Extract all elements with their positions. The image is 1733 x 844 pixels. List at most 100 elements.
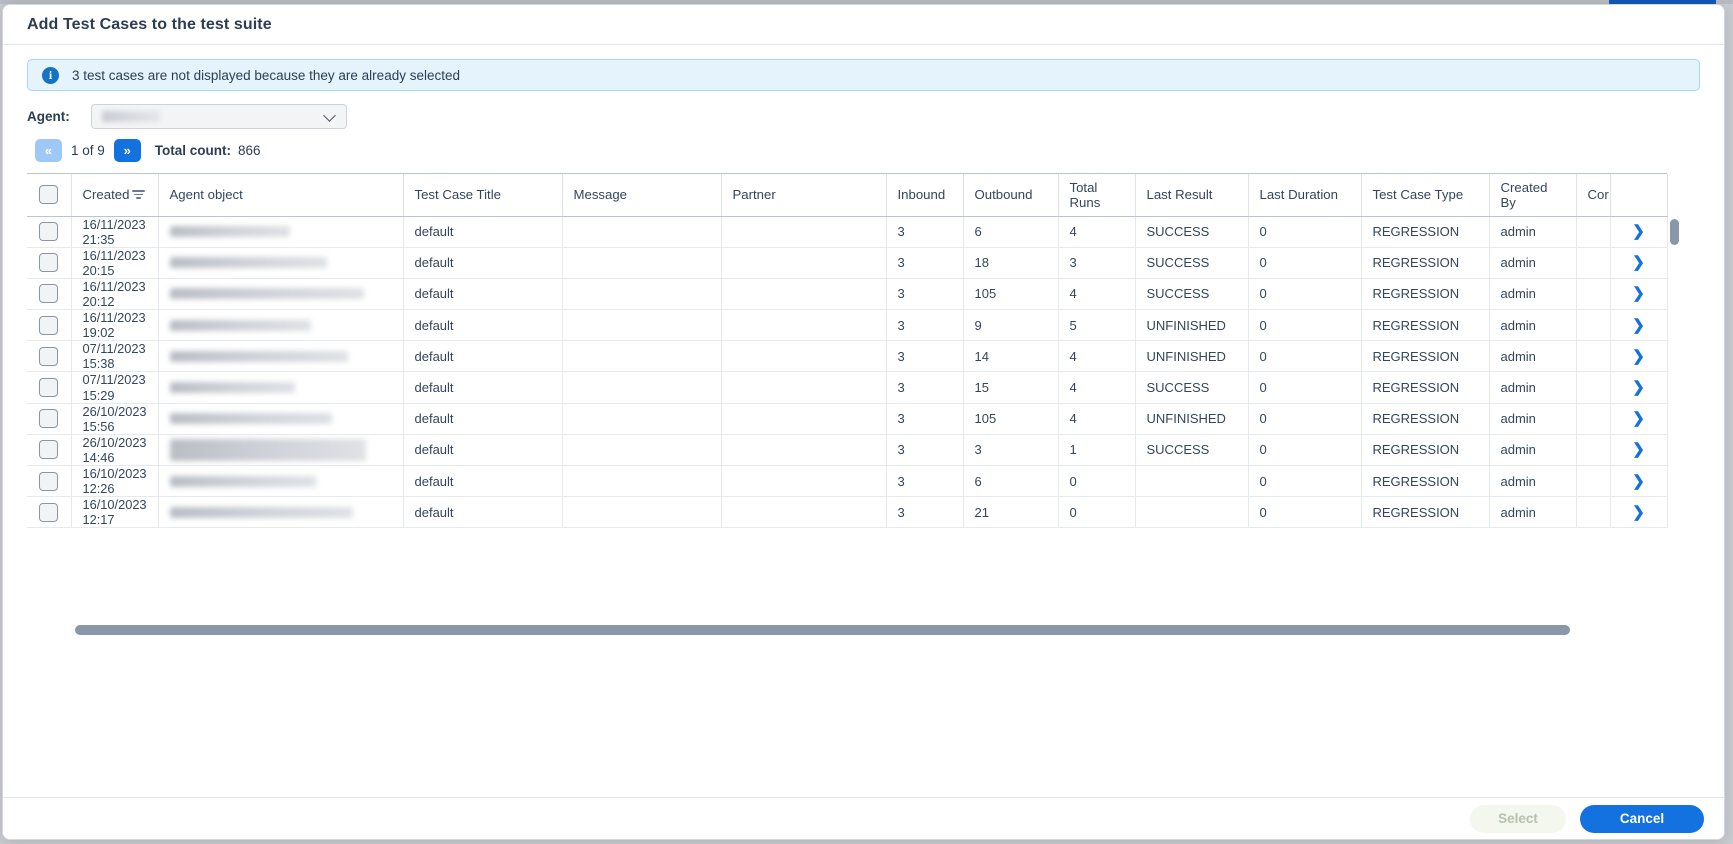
redacted-value xyxy=(169,319,311,331)
cell-created_by: admin xyxy=(1489,496,1577,529)
table-row[interactable]: 16/11/2023 20:12 default 3 105 4 SUCCESS 0 REGR… xyxy=(27,278,1668,311)
chevron-right-icon[interactable]: ❯ xyxy=(1632,349,1645,364)
cell-outbound: 6 xyxy=(963,465,1059,498)
cell-message xyxy=(562,465,722,498)
cell-total_runs: 0 xyxy=(1058,465,1136,498)
created-timestamp: 16/11/2023 20:15 xyxy=(82,247,146,278)
cell-agent-object xyxy=(158,340,404,373)
table-row[interactable]: 07/11/2023 15:38 default 3 14 4 UNFINISHED 0 RE… xyxy=(27,340,1668,373)
cell-agent-object xyxy=(158,496,404,529)
redacted-value xyxy=(169,350,348,362)
select-all-header xyxy=(27,174,72,217)
cell-created: 07/11/2023 15:38 xyxy=(71,340,159,373)
cell-tc_type: REGRESSION xyxy=(1361,371,1490,404)
row-expand-cell: ❯ xyxy=(1610,403,1668,435)
cell-last_result: SUCCESS xyxy=(1135,434,1249,467)
row-expand-cell: ❯ xyxy=(1610,309,1668,342)
cell-cor xyxy=(1576,403,1611,435)
row-checkbox[interactable] xyxy=(39,284,58,304)
column-header-created[interactable]: Created xyxy=(71,174,159,217)
horizontal-scrollbar-thumb[interactable] xyxy=(75,625,1570,635)
select-all-checkbox[interactable] xyxy=(39,185,58,205)
cell-total_runs: 4 xyxy=(1058,340,1136,373)
chevron-right-icon[interactable]: ❯ xyxy=(1632,255,1645,270)
cell-agent-object xyxy=(158,216,404,248)
chevron-right-icon[interactable]: ❯ xyxy=(1632,442,1645,457)
table-row[interactable]: 16/11/2023 19:02 default 3 9 5 UNFINISHED 0 REG… xyxy=(27,309,1668,342)
cell-partner xyxy=(721,340,887,373)
cell-last_duration: 0 xyxy=(1248,403,1362,435)
cell-created_by: admin xyxy=(1489,371,1577,404)
created-timestamp: 16/11/2023 20:12 xyxy=(82,278,146,309)
chevron-down-icon xyxy=(325,111,336,122)
cell-title: default xyxy=(403,278,563,311)
row-expand-cell: ❯ xyxy=(1610,371,1668,404)
row-checkbox[interactable] xyxy=(39,346,58,366)
cell-tc_type: REGRESSION xyxy=(1361,496,1490,529)
cell-total_runs: 4 xyxy=(1058,216,1136,248)
row-expand-cell: ❯ xyxy=(1610,496,1668,529)
table-row[interactable]: 26/10/2023 14:46 default 3 3 1 SUCCESS 0 REGRES… xyxy=(27,434,1668,467)
row-checkbox[interactable] xyxy=(39,409,58,429)
agent-select[interactable] xyxy=(91,103,347,129)
table-row[interactable]: 16/11/2023 20:15 default 3 18 3 SUCCESS 0 REGRE… xyxy=(27,247,1668,279)
cell-inbound: 3 xyxy=(886,371,964,404)
cell-outbound: 105 xyxy=(963,403,1059,435)
row-checkbox[interactable] xyxy=(39,253,58,273)
cell-last_result: SUCCESS xyxy=(1135,247,1249,279)
cell-cor xyxy=(1576,216,1611,248)
chevron-right-icon[interactable]: ❯ xyxy=(1632,224,1645,239)
table-horizontal-scrollbar[interactable] xyxy=(75,625,1570,635)
cell-created_by: admin xyxy=(1489,278,1577,311)
cell-created: 26/10/2023 14:46 xyxy=(71,434,159,467)
chevron-right-icon[interactable]: ❯ xyxy=(1632,411,1645,426)
row-checkbox-cell xyxy=(27,247,72,279)
cell-total_runs: 3 xyxy=(1058,247,1136,279)
row-checkbox[interactable] xyxy=(39,315,58,335)
next-page-button[interactable]: » xyxy=(113,139,141,162)
cell-created: 16/11/2023 21:35 xyxy=(71,216,159,248)
row-checkbox[interactable] xyxy=(39,440,58,460)
info-banner: i 3 test cases are not displayed because… xyxy=(27,59,1700,91)
cell-last_result: SUCCESS xyxy=(1135,371,1249,404)
cell-title: default xyxy=(403,340,563,373)
table-row[interactable]: 16/10/2023 12:17 default 3 21 0 0 REGRESSION ad… xyxy=(27,496,1668,529)
chevron-right-icon[interactable]: ❯ xyxy=(1632,318,1645,333)
cell-cor xyxy=(1576,247,1611,279)
cell-inbound: 3 xyxy=(886,278,964,311)
table-vertical-scrollbar[interactable] xyxy=(1669,217,1680,509)
cell-outbound: 21 xyxy=(963,496,1059,529)
chevron-right-icon[interactable]: ❯ xyxy=(1632,380,1645,395)
cell-total_runs: 1 xyxy=(1058,434,1136,467)
redacted-value xyxy=(169,257,327,269)
cell-cor xyxy=(1576,340,1611,373)
select-button[interactable]: Select xyxy=(1470,804,1566,833)
row-checkbox[interactable] xyxy=(39,222,58,242)
cancel-button[interactable]: Cancel xyxy=(1580,804,1704,833)
vertical-scrollbar-thumb[interactable] xyxy=(1670,219,1679,245)
chevron-right-icon[interactable]: ❯ xyxy=(1632,474,1645,489)
chevron-right-icon[interactable]: ❯ xyxy=(1632,505,1645,520)
cell-created: 16/10/2023 12:26 xyxy=(71,465,159,498)
cell-created_by: admin xyxy=(1489,216,1577,248)
cell-created_by: admin xyxy=(1489,465,1577,498)
table-row[interactable]: 07/11/2023 15:29 default 3 15 4 SUCCESS 0 REGRE… xyxy=(27,371,1668,404)
row-checkbox[interactable] xyxy=(39,471,58,491)
table-row[interactable]: 16/10/2023 12:26 default 3 6 0 0 REGRESSION adm… xyxy=(27,465,1668,498)
cell-outbound: 6 xyxy=(963,216,1059,248)
column-header-agent_obj: Agent object xyxy=(158,174,404,217)
table-row[interactable]: 16/11/2023 21:35 default 3 6 4 SUCCESS 0 REGRES… xyxy=(27,216,1668,248)
redacted-value xyxy=(169,288,364,300)
column-header-created_by: Created By xyxy=(1489,174,1577,217)
created-timestamp: 16/10/2023 12:26 xyxy=(82,466,147,497)
sort-icon[interactable] xyxy=(131,190,145,200)
table-row[interactable]: 26/10/2023 15:56 default 3 105 4 UNFINISHED 0 R… xyxy=(27,403,1668,435)
chevron-right-icon[interactable]: ❯ xyxy=(1632,286,1645,301)
previous-page-button[interactable]: « xyxy=(35,139,62,162)
row-checkbox-cell xyxy=(27,278,72,311)
test-cases-table-wrap: Created Agent object Test Case Title Messag… xyxy=(27,173,1679,529)
row-expand-cell: ❯ xyxy=(1610,216,1668,248)
row-checkbox[interactable] xyxy=(39,378,58,398)
row-checkbox[interactable] xyxy=(39,502,58,522)
cell-inbound: 3 xyxy=(886,496,964,529)
